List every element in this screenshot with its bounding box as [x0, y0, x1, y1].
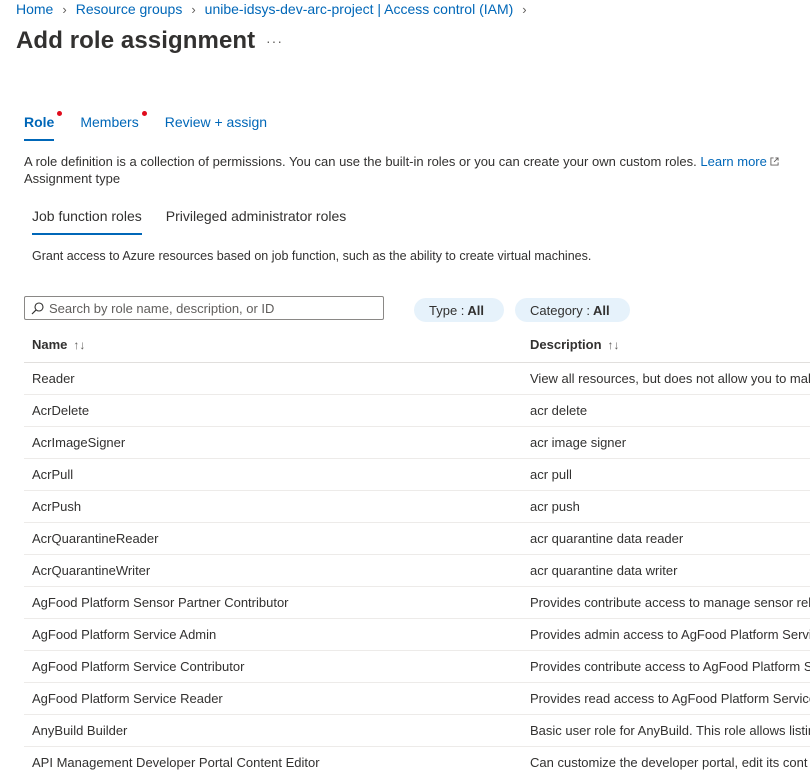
- table-row[interactable]: AgFood Platform Service Admin Provides ad…: [24, 618, 810, 651]
- role-description-cell: Can customize the developer portal, edit…: [522, 746, 810, 774]
- tab-members[interactable]: Members: [80, 111, 147, 141]
- breadcrumb-home[interactable]: Home: [16, 1, 53, 17]
- external-link-icon: [770, 157, 779, 166]
- role-description-cell: Provides contribute access to manage sen…: [522, 586, 810, 619]
- role-description-cell: acr delete: [522, 394, 810, 427]
- page-title: Add role assignment: [16, 27, 256, 54]
- tab-review-assign[interactable]: Review + assign: [165, 114, 267, 141]
- roles-table-body: Reader View all resources, but does not a…: [24, 362, 810, 774]
- role-description-cell: Provides contribute access to AgFood Pla…: [522, 650, 810, 683]
- table-row[interactable]: AcrDelete acr delete: [24, 394, 810, 427]
- role-name-cell[interactable]: AcrDelete: [24, 394, 522, 427]
- column-header-name[interactable]: Name ↑↓: [24, 328, 522, 363]
- role-type-tabs: Job function roles Privileged administra…: [32, 208, 370, 235]
- role-name-cell[interactable]: AcrQuarantineWriter: [24, 554, 522, 587]
- tab-privileged-admin-roles[interactable]: Privileged administrator roles: [166, 208, 347, 235]
- role-description-cell: Provides admin access to AgFood Platform…: [522, 618, 810, 651]
- role-name-cell[interactable]: AcrImageSigner: [24, 426, 522, 459]
- sort-icon[interactable]: ↑↓: [608, 338, 620, 352]
- role-name-cell[interactable]: AcrPull: [24, 458, 522, 491]
- table-row[interactable]: AcrPull acr pull: [24, 458, 810, 491]
- table-row[interactable]: AgFood Platform Sensor Partner Contribut…: [24, 586, 810, 619]
- column-header-name-label: Name: [32, 337, 68, 353]
- required-dot: [57, 111, 63, 116]
- role-name-cell[interactable]: AnyBuild Builder: [24, 714, 522, 747]
- search-input[interactable]: [49, 300, 369, 316]
- assignment-type-label: Assignment type: [24, 171, 121, 186]
- sort-icon[interactable]: ↑↓: [73, 338, 85, 352]
- table-row[interactable]: AcrQuarantineWriter acr quarantine data w…: [24, 554, 810, 587]
- column-header-description-label: Description: [530, 337, 602, 353]
- search-box[interactable]: [24, 296, 384, 320]
- type-filter-value: All: [467, 302, 485, 318]
- column-header-description[interactable]: Description ↑↓: [522, 328, 810, 363]
- table-row[interactable]: Reader View all resources, but does not a…: [24, 362, 810, 395]
- table-row[interactable]: API Management Developer Portal Content …: [24, 746, 810, 774]
- learn-more-label: Learn more: [700, 154, 767, 169]
- role-name-cell[interactable]: AgFood Platform Service Reader: [24, 682, 522, 715]
- table-header-row: Name ↑↓ Description ↑↓: [24, 328, 810, 363]
- role-description-cell: acr push: [522, 490, 810, 523]
- wizard-tabs: Role Members Review + assign: [24, 111, 293, 141]
- table-row[interactable]: AgFood Platform Service Reader Provides r…: [24, 682, 810, 715]
- role-name-cell[interactable]: AcrPush: [24, 490, 522, 523]
- table-row[interactable]: AgFood Platform Service Contributor Provi…: [24, 650, 810, 683]
- category-filter-value: All: [592, 302, 610, 318]
- role-description: A role definition is a collection of per…: [24, 153, 779, 187]
- search-icon: [31, 301, 44, 314]
- required-dot: [141, 111, 147, 116]
- learn-more-link[interactable]: Learn more: [700, 154, 779, 169]
- role-name-cell[interactable]: AgFood Platform Sensor Partner Contribut…: [24, 586, 522, 619]
- tab-job-function-roles[interactable]: Job function roles: [32, 208, 142, 235]
- table-row[interactable]: AcrImageSigner acr image signer: [24, 426, 810, 459]
- role-description-cell: acr quarantine data writer: [522, 554, 810, 587]
- tab-review-assign-label: Review + assign: [164, 114, 268, 130]
- tab-role-label: Role: [24, 114, 55, 130]
- role-name-cell[interactable]: AgFood Platform Service Admin: [24, 618, 522, 651]
- tab-role[interactable]: Role: [24, 111, 63, 141]
- category-filter-pill[interactable]: Category : All: [515, 298, 630, 322]
- chevron-right-icon: ›: [522, 1, 527, 17]
- chevron-right-icon: ›: [62, 1, 67, 17]
- table-row[interactable]: AnyBuild Builder Basic user role for AnyB…: [24, 714, 810, 747]
- type-filter-pill[interactable]: Type : All: [414, 298, 504, 322]
- role-description-cell: acr pull: [522, 458, 810, 491]
- role-description-text: A role definition is a collection of per…: [24, 154, 697, 169]
- roles-table: Name ↑↓ Description ↑↓ Reader View all reso…: [24, 328, 810, 774]
- role-description-cell: Provides read access to AgFood Platform …: [522, 682, 810, 715]
- breadcrumb: Home › Resource groups › unibe-idsys-dev…: [16, 1, 536, 17]
- role-description-cell: acr image signer: [522, 426, 810, 459]
- role-name-cell[interactable]: AcrQuarantineReader: [24, 522, 522, 555]
- type-filter-label: Type :: [429, 302, 465, 318]
- category-filter-label: Category :: [530, 302, 590, 318]
- role-description-cell: View all resources, but does not allow y…: [522, 362, 810, 395]
- role-name-cell[interactable]: API Management Developer Portal Content …: [24, 746, 522, 774]
- table-row[interactable]: AcrQuarantineReader acr quarantine data r…: [24, 522, 810, 555]
- more-options-icon[interactable]: ···: [266, 33, 283, 49]
- grant-access-text: Grant access to Azure resources based on…: [32, 249, 592, 263]
- table-row[interactable]: AcrPush acr push: [24, 490, 810, 523]
- tab-members-label: Members: [80, 114, 139, 130]
- breadcrumb-resource-groups[interactable]: Resource groups: [76, 1, 183, 17]
- chevron-right-icon: ›: [191, 1, 196, 17]
- role-name-cell[interactable]: AgFood Platform Service Contributor: [24, 650, 522, 683]
- role-description-cell: Basic user role for AnyBuild. This role …: [522, 714, 810, 747]
- role-name-cell[interactable]: Reader: [24, 362, 522, 395]
- breadcrumb-iam[interactable]: unibe-idsys-dev-arc-project | Access con…: [205, 1, 514, 17]
- role-description-cell: acr quarantine data reader: [522, 522, 810, 555]
